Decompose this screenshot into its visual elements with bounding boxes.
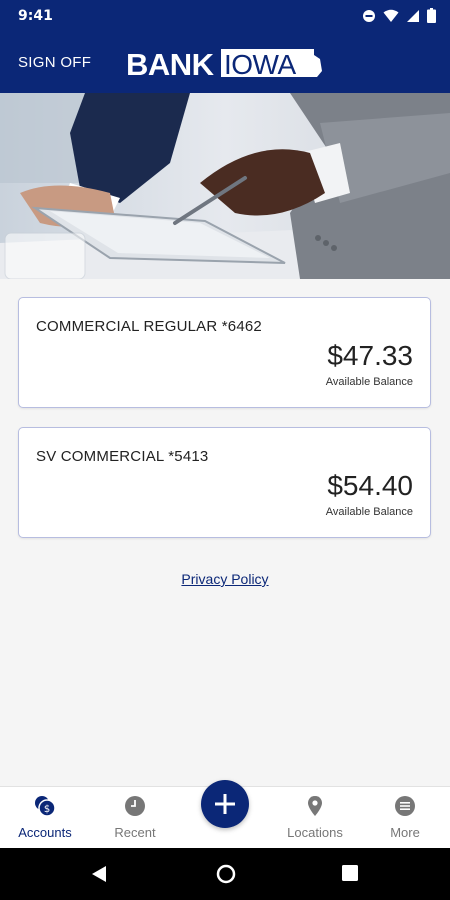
location-pin-icon [308,796,322,816]
menu-icon [395,796,415,816]
nav-recent[interactable]: Recent [90,787,180,849]
home-icon[interactable] [216,864,236,884]
nav-more-label: More [390,825,420,840]
accounts-icon: $ [35,796,56,817]
account-name: COMMERCIAL REGULAR *6462 [36,318,262,335]
account-balance: $54.40 [327,470,413,501]
status-time: 9:41 [18,8,53,24]
signal-icon [407,9,419,22]
nav-more[interactable]: More [360,787,450,849]
nav-accounts-label: Accounts [18,825,72,840]
status-icons [362,8,436,23]
nav-locations-label: Locations [287,825,343,840]
account-balance: $47.33 [327,340,413,371]
nav-recent-label: Recent [114,825,156,840]
plus-icon [215,794,235,814]
account-card-sv-commercial[interactable]: SV COMMERCIAL *5413 $54.40 Available Bal… [18,427,431,538]
add-button[interactable] [201,780,249,828]
privacy-policy-link[interactable]: Privacy Policy [181,571,268,587]
nav-locations[interactable]: Locations [270,787,360,849]
wifi-icon [383,9,399,22]
app-header: SIGN OFF BANK IOWA [0,32,450,93]
system-navigation-bar [0,848,450,900]
svg-text:$: $ [44,804,50,815]
logo-iowa-text: IOWA [224,49,296,80]
recents-icon[interactable] [342,865,358,881]
status-bar: 9:41 [0,0,450,32]
bank-iowa-logo: BANK IOWA [126,47,322,81]
logo-bank-text: BANK [126,47,215,81]
balance-label: Available Balance [325,506,413,518]
account-name: SV COMMERCIAL *5413 [36,448,209,465]
privacy-policy-container: Privacy Policy [0,571,450,587]
account-card-commercial-regular[interactable]: COMMERCIAL REGULAR *6462 $47.33 Availabl… [18,297,431,408]
do-not-disturb-icon [363,9,375,22]
battery-icon [427,8,436,23]
sign-off-button[interactable]: SIGN OFF [18,54,91,71]
back-icon[interactable] [90,865,108,883]
balance-label: Available Balance [325,376,413,388]
hero-image [0,93,450,279]
nav-accounts[interactable]: $ Accounts [0,787,90,849]
clock-icon [125,796,145,816]
